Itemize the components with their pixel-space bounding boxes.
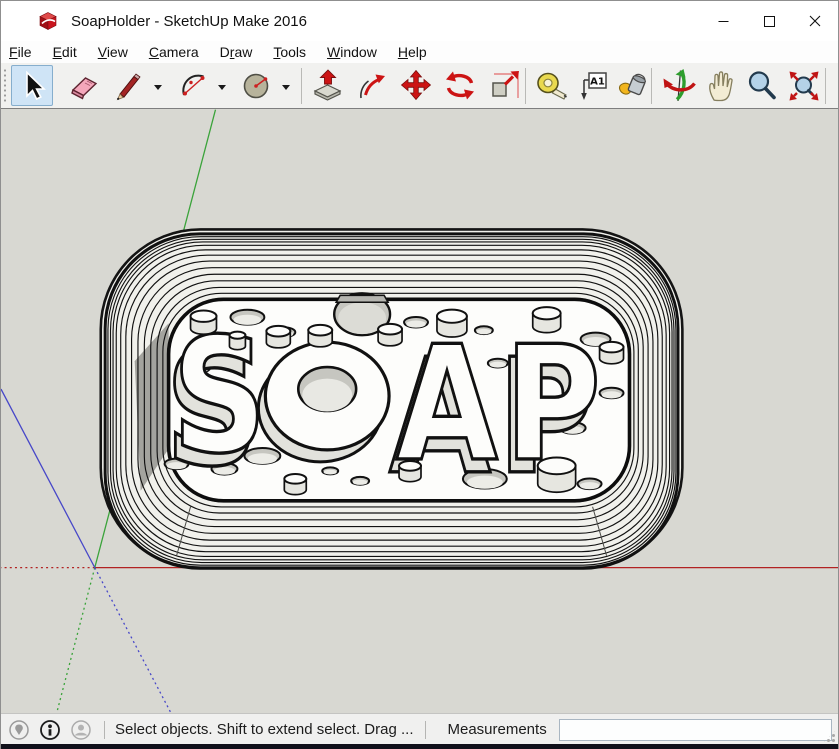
select-icon bbox=[14, 68, 50, 104]
menu-view[interactable]: View bbox=[91, 42, 135, 62]
circle-tool-dropdown[interactable] bbox=[279, 81, 293, 93]
zoom-extents-icon bbox=[786, 68, 822, 104]
menu-camera[interactable]: Camera bbox=[142, 42, 206, 62]
statusbar-separator bbox=[425, 721, 426, 739]
menu-bar: File Edit View Camera Draw Tools Window … bbox=[1, 41, 838, 63]
viewport[interactable]: S A P S A P bbox=[1, 109, 838, 713]
menu-draw[interactable]: Draw bbox=[213, 42, 260, 62]
model-canvas[interactable]: S A P S A P bbox=[1, 109, 838, 713]
arc-tool-dropdown[interactable] bbox=[215, 81, 229, 93]
measurements-input[interactable] bbox=[559, 719, 832, 741]
paint-bucket-icon bbox=[614, 68, 650, 104]
line-tool-button[interactable] bbox=[107, 65, 149, 106]
menu-help[interactable]: Help bbox=[391, 42, 434, 62]
follow-me-tool-button[interactable] bbox=[351, 65, 393, 106]
geolocation-icon[interactable] bbox=[8, 719, 30, 741]
follow-me-icon bbox=[354, 68, 390, 104]
text-tool-button[interactable]: A1 bbox=[573, 65, 615, 106]
credit-icon[interactable] bbox=[39, 719, 61, 741]
measurements-label: Measurements bbox=[447, 721, 546, 738]
zoom-extents-tool-button[interactable] bbox=[783, 65, 825, 106]
move-tool-button[interactable] bbox=[395, 65, 437, 106]
line-icon bbox=[110, 68, 146, 104]
tape-measure-icon bbox=[534, 68, 570, 104]
circle-tool-button[interactable] bbox=[237, 65, 279, 106]
toolbar-separator bbox=[651, 68, 652, 104]
select-tool-button[interactable] bbox=[11, 65, 53, 106]
window-title: SoapHolder - SketchUp Make 2016 bbox=[71, 13, 307, 30]
sketchup-logo-icon bbox=[38, 11, 58, 31]
push-pull-tool-button[interactable] bbox=[307, 65, 349, 106]
window-bottom-edge bbox=[1, 744, 838, 749]
scale-icon bbox=[486, 68, 522, 104]
text-tool-label: A1 bbox=[590, 76, 605, 87]
eraser-icon bbox=[66, 68, 102, 104]
orbit-tool-button[interactable] bbox=[659, 65, 701, 106]
toolbar-separator bbox=[525, 68, 526, 104]
zoom-icon bbox=[744, 68, 780, 104]
line-tool-dropdown[interactable] bbox=[151, 81, 165, 93]
toolbar-separator bbox=[825, 68, 826, 104]
menu-edit[interactable]: Edit bbox=[46, 42, 84, 62]
rotate-tool-button[interactable] bbox=[439, 65, 481, 106]
maximize-icon bbox=[764, 16, 775, 27]
text-icon: A1 bbox=[576, 68, 612, 104]
menu-tools[interactable]: Tools bbox=[266, 42, 313, 62]
minimize-icon bbox=[718, 16, 729, 27]
sign-in-icon[interactable] bbox=[70, 719, 92, 741]
toolbar-separator bbox=[301, 68, 302, 104]
circle-icon bbox=[240, 68, 276, 104]
scale-tool-button[interactable] bbox=[483, 65, 525, 106]
letter-o bbox=[265, 342, 389, 450]
move-icon bbox=[398, 68, 434, 104]
paint-bucket-tool-button[interactable] bbox=[611, 65, 653, 106]
status-hint: Select objects. Shift to extend select. … bbox=[115, 721, 413, 738]
push-pull-icon bbox=[310, 68, 346, 104]
maximize-button[interactable] bbox=[746, 1, 792, 41]
arc-icon bbox=[176, 68, 212, 104]
arc-tool-button[interactable] bbox=[173, 65, 215, 106]
toolbar-grip[interactable] bbox=[3, 68, 7, 104]
close-button[interactable] bbox=[792, 1, 838, 41]
statusbar-separator bbox=[104, 721, 105, 739]
close-icon bbox=[809, 15, 821, 27]
letter-s: S bbox=[172, 305, 267, 489]
toolbar: A1 bbox=[1, 63, 838, 109]
menu-file[interactable]: File bbox=[2, 42, 39, 62]
tape-measure-tool-button[interactable] bbox=[531, 65, 573, 106]
minimize-button[interactable] bbox=[700, 1, 746, 41]
orbit-icon bbox=[662, 68, 698, 104]
pan-icon bbox=[704, 68, 740, 104]
zoom-tool-button[interactable] bbox=[741, 65, 783, 106]
rotate-icon bbox=[442, 68, 478, 104]
pan-tool-button[interactable] bbox=[701, 65, 743, 106]
status-bar: Select objects. Shift to extend select. … bbox=[1, 713, 838, 745]
menu-window[interactable]: Window bbox=[320, 42, 384, 62]
eraser-tool-button[interactable] bbox=[63, 65, 105, 106]
window-controls bbox=[700, 1, 838, 41]
sketchup-window: SoapHolder - SketchUp Make 2016 File Edi… bbox=[0, 0, 839, 749]
